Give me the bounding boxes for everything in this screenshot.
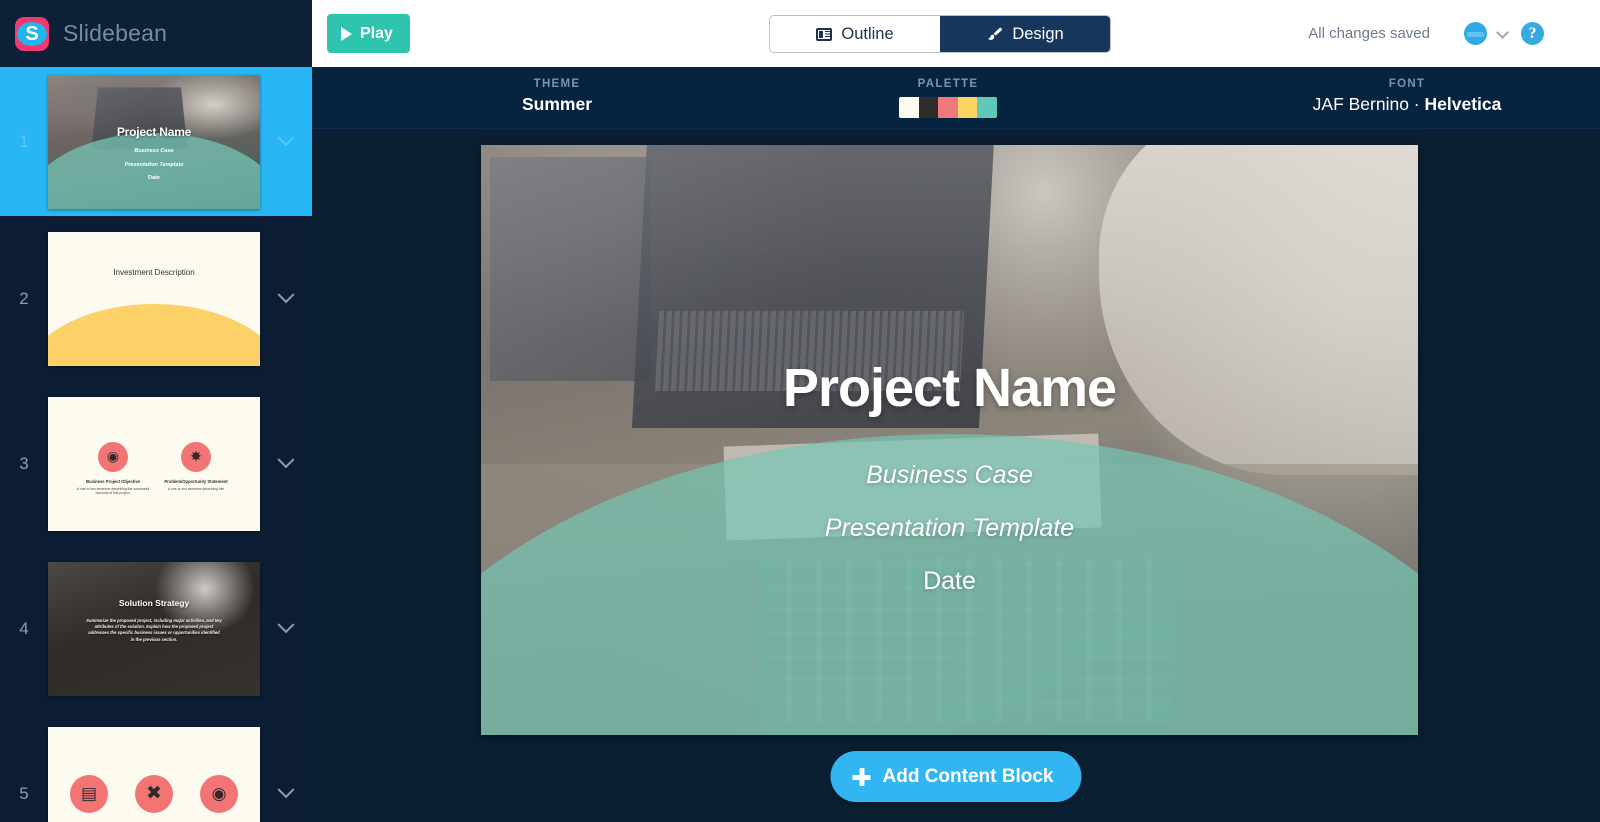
palette-swatch-2[interactable]: [938, 97, 958, 118]
slide-number: 2: [19, 288, 29, 308]
slide-options-toggle-2[interactable]: [260, 285, 312, 305]
slide-list-sidebar[interactable]: 1 Project Name Business Case Presentatio…: [0, 67, 312, 822]
thumb-body-right: A one or two sentence describing this: [167, 486, 225, 491]
chevron-down-icon: [277, 128, 295, 146]
logo-letter: S: [25, 22, 39, 45]
palette-swatch-0[interactable]: [899, 97, 919, 118]
slide-editor-canvas[interactable]: Project Name Business Case Presentation …: [312, 129, 1600, 822]
palette-swatch-3[interactable]: [957, 97, 978, 118]
tab-design[interactable]: Design: [940, 16, 1110, 52]
slide-number: 3: [19, 453, 29, 473]
thumb-icon-circle-presentation: ▤: [70, 774, 108, 813]
chevron-down-icon: [277, 450, 295, 468]
chevron-down-icon: [277, 780, 295, 798]
thumb-sub1: Business Case: [134, 148, 174, 155]
app-title: Slidebean: [63, 20, 168, 46]
slide-subtitle-3[interactable]: Date: [481, 567, 1418, 596]
theme-label: THEME: [533, 78, 581, 90]
font-value: JAF Bernino · Helvetica: [1157, 94, 1600, 115]
slide-subtitle-1[interactable]: Business Case: [481, 461, 1418, 490]
slide-subtitle-2[interactable]: Presentation Template: [481, 514, 1418, 543]
view-mode-segmented-control[interactable]: Outline Design: [769, 15, 1111, 53]
design-settings-bar: THEME Summer PALETTE FONT JAF Bernino · …: [312, 67, 1600, 129]
font-label: FONT: [1388, 78, 1426, 90]
slide-thumbnail-1[interactable]: Project Name Business Case Presentation …: [48, 74, 260, 209]
palette-swatch-4[interactable]: [977, 97, 997, 118]
theme-selector[interactable]: THEME Summer: [457, 78, 657, 115]
thumb-title: Project Name: [116, 125, 192, 140]
slide-thumbnail-4[interactable]: Solution Strategy Summarize the proposed…: [48, 561, 260, 696]
thumb-icon-circle-cycle: ◉: [200, 774, 238, 813]
slide-number: 5: [19, 783, 29, 803]
brush-icon: [986, 27, 1003, 42]
theme-value: Summer: [521, 94, 593, 114]
slide-options-toggle-3[interactable]: [260, 450, 312, 470]
slide-list-item-3[interactable]: 3 ◉ ✸ Business Project Objective A one o…: [0, 381, 312, 546]
plus-icon: [852, 767, 871, 786]
slide-list-item-5[interactable]: 5 ▤ ✖ ◉: [0, 711, 312, 822]
slide-list-item-4[interactable]: 4 Solution Strategy Summarize the propos…: [0, 546, 312, 711]
palette-selector[interactable]: PALETTE: [848, 78, 1048, 118]
slide-options-toggle-4[interactable]: [260, 615, 312, 635]
tab-outline-label: Outline: [841, 24, 894, 43]
outline-icon: [816, 27, 833, 41]
slide-title-text[interactable]: Project Name: [481, 357, 1418, 419]
slide-options-toggle-5[interactable]: [260, 780, 312, 800]
slide-number: 4: [19, 618, 29, 638]
thumb-sub3: Date: [148, 175, 160, 181]
slide-thumbnail-5[interactable]: ▤ ✖ ◉: [48, 726, 260, 822]
add-content-block-button[interactable]: Add Content Block: [830, 751, 1082, 802]
slidebean-logo-icon[interactable]: S: [15, 16, 49, 51]
avatar[interactable]: [1464, 22, 1487, 45]
slide-thumbnail-3[interactable]: ◉ ✸ Business Project Objective A one or …: [48, 396, 260, 531]
thumb-sub2: Presentation Template: [124, 161, 184, 168]
thumb-title: Solution Strategy: [118, 597, 190, 608]
tab-design-label: Design: [1012, 24, 1064, 43]
play-button[interactable]: Play: [327, 14, 410, 53]
play-icon: [341, 26, 352, 41]
help-icon[interactable]: ?: [1521, 22, 1544, 45]
save-status: All changes saved: [1308, 25, 1430, 42]
thumb-body: Summarize the proposed project, includin…: [86, 617, 222, 642]
slide-list-item-2[interactable]: 2 Investment Description: [0, 216, 312, 381]
thumb-icon-circle-blocked: ✖: [135, 774, 173, 813]
slide-thumbnail-2[interactable]: Investment Description: [48, 231, 260, 366]
thumb-title: Investment Description: [113, 267, 195, 277]
photo-laptop-secondary: [490, 156, 650, 381]
top-toolbar: S Slidebean Play Outline Design All chan…: [0, 0, 1600, 67]
tab-outline[interactable]: Outline: [770, 16, 940, 52]
add-content-block-label: Add Content Block: [882, 765, 1054, 787]
chevron-down-icon: [277, 615, 295, 633]
font-selector[interactable]: FONT JAF Bernino · Helvetica: [1157, 78, 1600, 115]
palette-label: PALETTE: [917, 78, 979, 90]
active-slide[interactable]: Project Name Business Case Presentation …: [481, 145, 1418, 735]
play-label: Play: [360, 24, 393, 42]
chevron-down-icon: [277, 285, 295, 303]
chevron-down-icon[interactable]: [1496, 26, 1509, 39]
brand-area: S Slidebean: [0, 0, 312, 67]
slide-options-toggle-1[interactable]: [260, 128, 312, 148]
palette-swatch-1[interactable]: [918, 97, 939, 118]
thumb-icon-circle-idea: ✸: [181, 441, 211, 472]
slide-number: 1: [19, 131, 29, 151]
thumb-yellow-arc: [48, 303, 260, 366]
slide-list-item-1[interactable]: 1 Project Name Business Case Presentatio…: [0, 67, 312, 216]
thumb-icon-circle-target: ◉: [98, 441, 128, 472]
thumb-label-right: Problem/Opportunity Statement: [164, 478, 228, 484]
font-value-primary: JAF Bernino ·: [1312, 94, 1425, 114]
font-value-secondary: Helvetica: [1424, 94, 1502, 114]
palette-swatches[interactable]: [899, 97, 997, 118]
thumb-body-left: A one or two sentence describing the suc…: [76, 486, 150, 496]
